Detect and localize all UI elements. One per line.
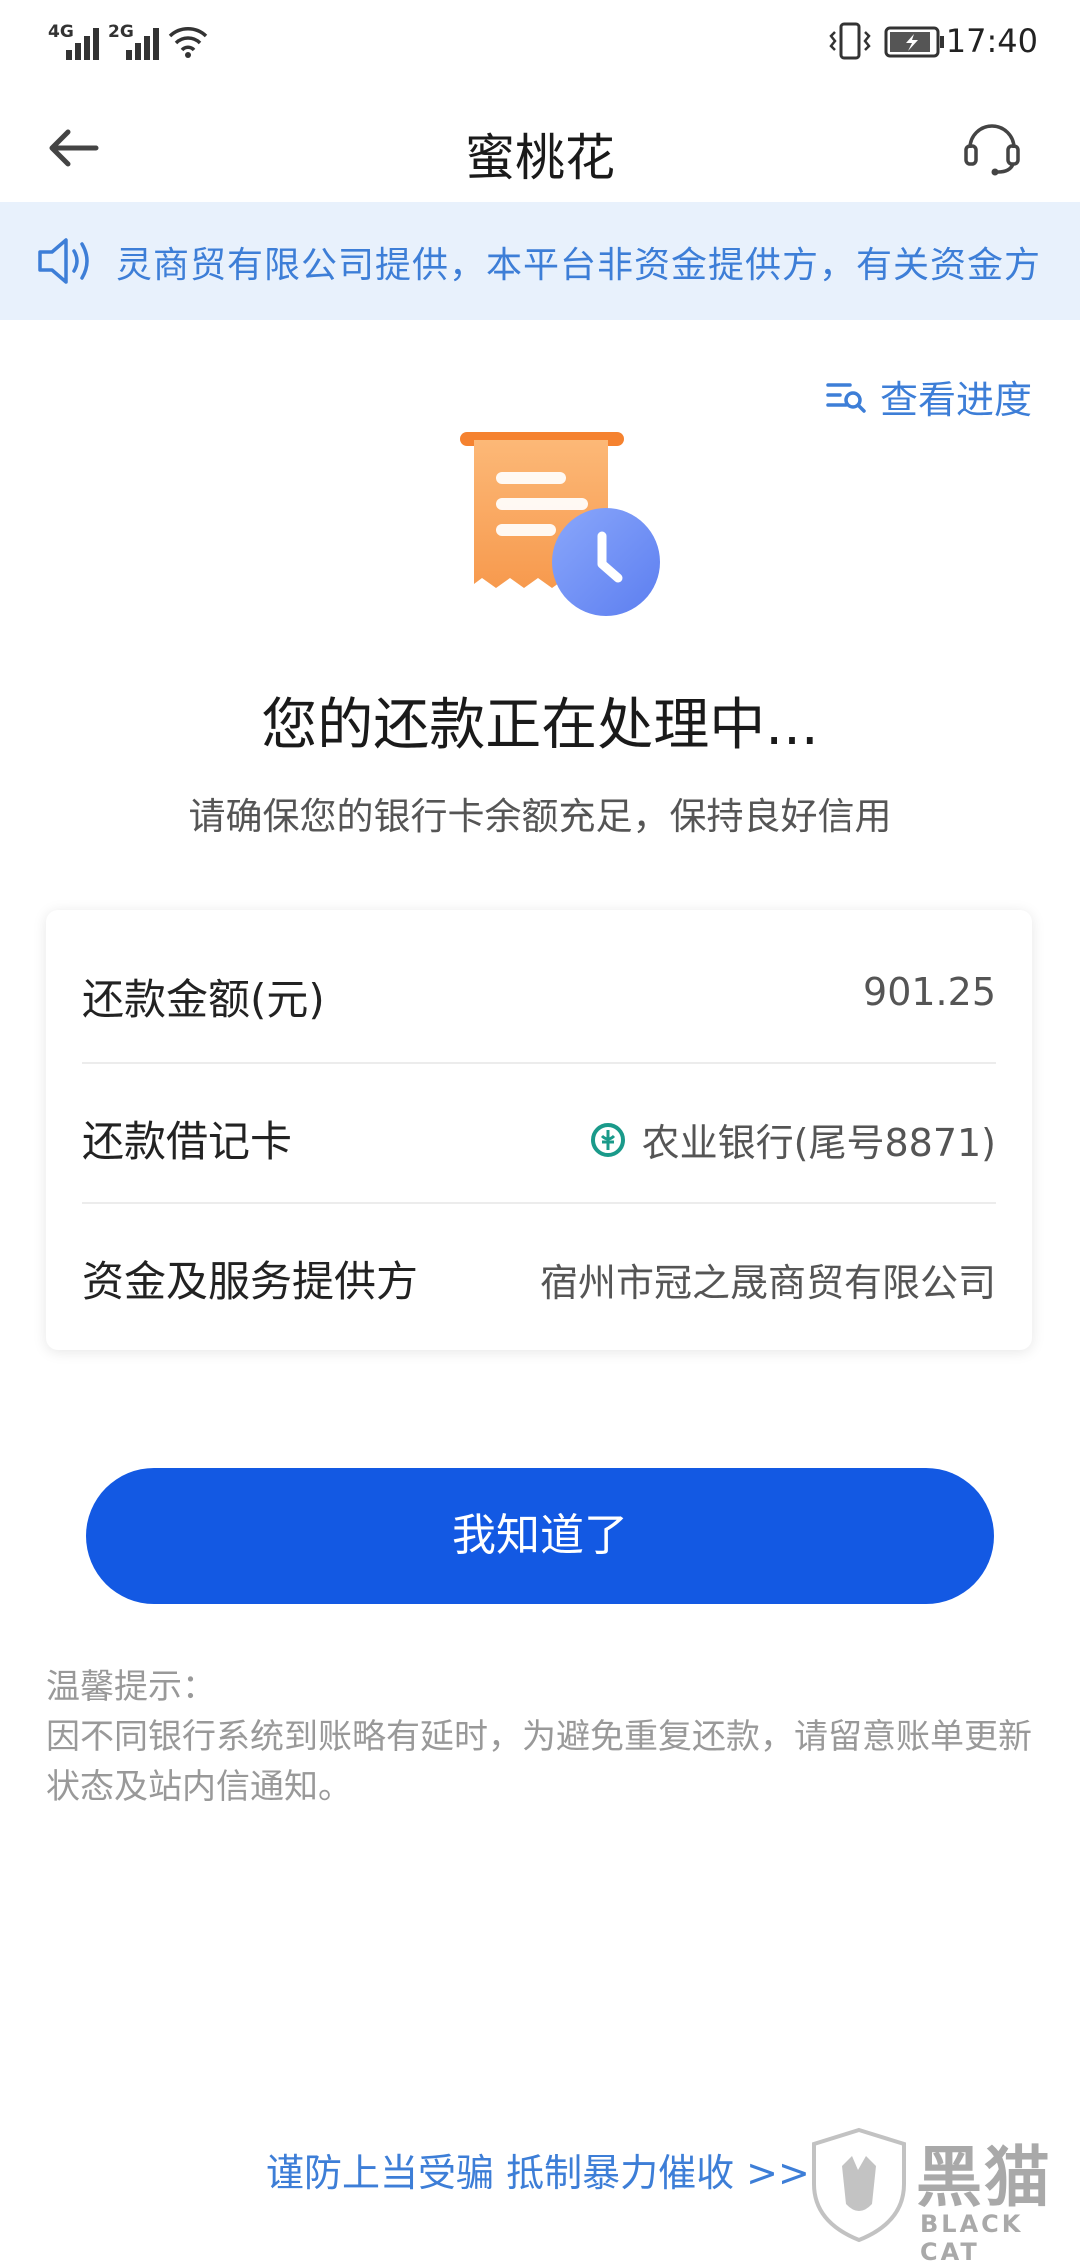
search-list-icon — [826, 383, 866, 413]
app-header: 蜜桃花 — [0, 90, 1080, 202]
abc-bank-logo-icon — [590, 1122, 625, 1157]
view-progress-label: 查看进度 — [879, 377, 1032, 422]
headset-icon[interactable] — [960, 114, 1024, 178]
speaker-icon — [38, 238, 89, 284]
got-it-button[interactable]: 我知道了 — [86, 1468, 994, 1604]
watermark-en: BLACK CAT — [920, 2210, 1024, 2266]
signal-4g-icon: 4G — [48, 22, 102, 60]
battery-icon — [884, 26, 944, 58]
anti-fraud-link[interactable]: 谨防上当受骗 抵制暴力催收 >> — [266, 2142, 810, 2197]
debit-card-value: 农业银行(尾号8871) — [590, 1112, 996, 1167]
debit-card-label: 还款借记卡 — [82, 1117, 293, 1166]
vibrate-icon — [829, 22, 871, 60]
page-title: 蜜桃花 — [465, 129, 615, 187]
provider-value: 宿州市冠之晟商贸有限公司 — [540, 1252, 996, 1307]
tips-block: 温馨提示： 因不同银行系统到账略有延时，为避免重复还款，请留意账单更新状态及站内… — [46, 1662, 1036, 1812]
detail-row-card: 还款借记卡 农业银行(尾号8871) — [82, 1062, 996, 1204]
signal-2g-icon: 2G — [108, 22, 162, 60]
status-bar: 4G 2G 17:40 — [0, 0, 1080, 90]
amount-label: 还款金额(元) — [82, 975, 325, 1024]
notice-bar: 灵商贸有限公司提供，本平台非资金提供方，有关资金方 — [0, 202, 1080, 320]
view-progress-link[interactable]: 查看进度 — [826, 366, 1032, 426]
status-subline: 请确保您的银行卡余额充足，保持良好信用 — [188, 795, 892, 838]
repayment-detail-card: 还款金额(元) 901.25 还款借记卡 农业银行(尾号8871) 资金及服务提… — [46, 910, 1032, 1350]
tips-body: 因不同银行系统到账略有延时，为避免重复还款，请留意账单更新状态及站内信通知。 — [46, 1717, 1032, 1807]
tips-title: 温馨提示： — [46, 1667, 216, 1707]
black-cat-watermark: 黑猫 BLACK CAT — [808, 2126, 1080, 2266]
detail-row-provider: 资金及服务提供方 宿州市冠之晟商贸有限公司 — [82, 1202, 996, 1344]
provider-label: 资金及服务提供方 — [82, 1257, 419, 1306]
network-type-1: 4G — [48, 22, 74, 42]
network-type-2: 2G — [108, 22, 134, 42]
black-cat-shield-icon — [812, 2127, 906, 2243]
receipt-clock-icon — [460, 432, 660, 616]
notice-text: 灵商贸有限公司提供，本平台非资金提供方，有关资金方 — [116, 245, 1042, 286]
status-headline: 您的还款正在处理中... — [261, 693, 819, 758]
watermark-cn: 黑猫 — [916, 2139, 1052, 2216]
clock-time: 17:40 — [945, 22, 1038, 60]
provider-value-text: 宿州市冠之晟商贸有限公司 — [539, 1261, 996, 1305]
wifi-icon — [168, 27, 208, 58]
detail-row-amount: 还款金额(元) 901.25 — [82, 922, 996, 1062]
debit-card-text: 农业银行(尾号8871) — [641, 1121, 996, 1165]
amount-value: 901.25 — [863, 970, 996, 1014]
amount-value-text: 901.25 — [863, 970, 996, 1014]
